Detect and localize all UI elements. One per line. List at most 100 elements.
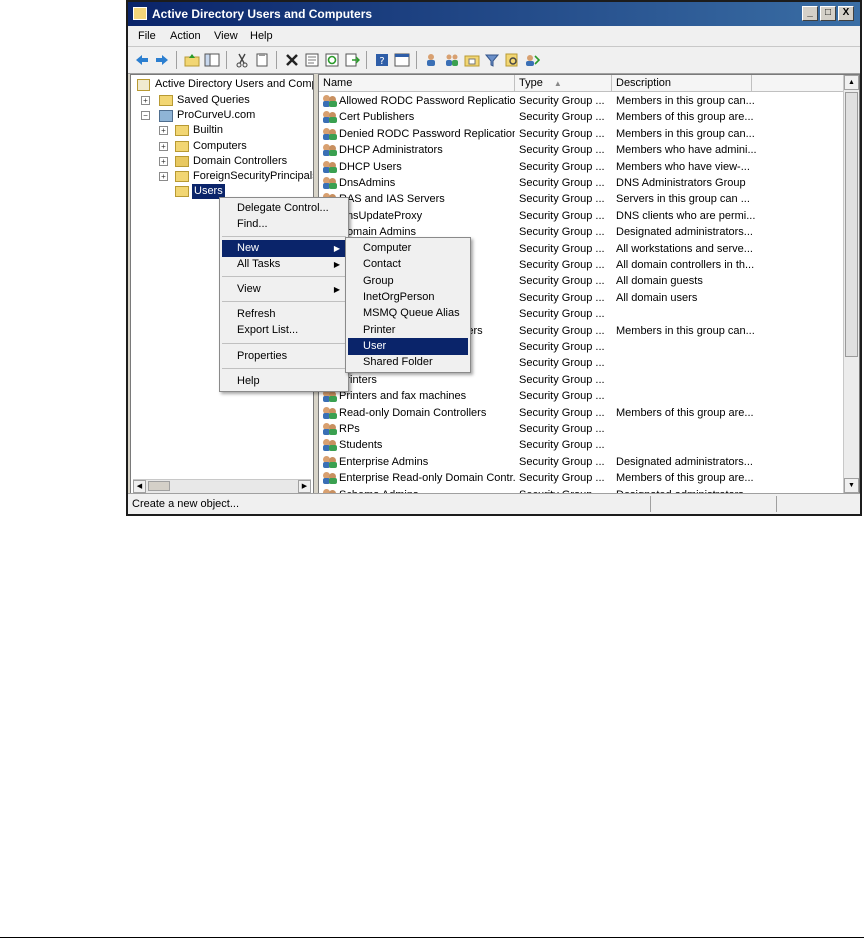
cell-type: Security Group ... xyxy=(519,193,605,206)
menu-item-all-tasks[interactable]: All Tasks ▶ xyxy=(222,256,346,273)
forward-icon[interactable] xyxy=(154,52,170,68)
cell-type: Security Group ... xyxy=(519,111,605,124)
title-bar[interactable]: Active Directory Users and Computers _ □… xyxy=(128,2,860,26)
cell-name: RPs xyxy=(339,423,360,435)
expand-icon[interactable]: + xyxy=(159,157,168,166)
submenu-item-user[interactable]: User xyxy=(348,338,468,355)
table-row[interactable]: RAS and IAS Servers Security Group ... Ser… xyxy=(319,191,843,207)
cut-icon[interactable] xyxy=(234,52,250,68)
export-icon[interactable] xyxy=(344,52,360,68)
tree-item-saved-queries[interactable]: + Saved Queries xyxy=(141,93,311,108)
scroll-thumb[interactable] xyxy=(845,92,858,357)
tree-item-domain[interactable]: − ProCurveU.com xyxy=(141,108,311,123)
submenu-item-printer[interactable]: Printer xyxy=(348,322,468,339)
group-icon xyxy=(323,127,337,140)
scroll-left-icon[interactable]: ◀ xyxy=(133,480,146,493)
table-row[interactable]: DnsAdmins Security Group ... DNS Administr… xyxy=(319,175,843,191)
properties-icon[interactable] xyxy=(304,52,320,68)
table-row[interactable]: DHCP Administrators Security Group ... Mem… xyxy=(319,142,843,158)
tree-item-label: Domain Controllers xyxy=(193,155,288,167)
close-button[interactable]: X xyxy=(838,6,854,21)
tree-horizontal-scrollbar[interactable]: ◀ ▶ xyxy=(133,479,311,493)
cell-description: Members in this group can... xyxy=(616,127,755,140)
delegate-icon[interactable] xyxy=(524,52,540,68)
scroll-thumb[interactable] xyxy=(148,481,170,491)
refresh-icon[interactable] xyxy=(324,52,340,68)
submenu-item-shared-folder[interactable]: Shared Folder xyxy=(348,354,468,371)
column-name[interactable]: Name xyxy=(319,75,515,92)
menu-view[interactable]: View xyxy=(214,30,238,42)
cell-name: DHCP Users xyxy=(339,160,402,173)
table-row[interactable]: Enterprise Read-only Domain Contr... Secu… xyxy=(319,470,843,486)
menu-item-refresh[interactable]: Refresh xyxy=(222,306,346,323)
maximize-button[interactable]: □ xyxy=(820,6,836,21)
table-row[interactable]: Read-only Domain Controllers Security Gro… xyxy=(319,405,843,421)
scroll-down-icon[interactable]: ▼ xyxy=(844,478,859,493)
cell-description: Members of this group are... xyxy=(616,406,754,419)
tree-item-builtin[interactable]: + Builtin xyxy=(159,123,309,138)
group-icon xyxy=(323,177,337,189)
back-icon[interactable] xyxy=(134,52,150,68)
table-row[interactable]: Students Security Group ... xyxy=(319,437,843,453)
cell-name: Allowed RODC Password Replicatio... xyxy=(339,95,515,107)
table-row[interactable]: Cert Publishers Security Group ... Members… xyxy=(319,109,843,125)
minimize-button[interactable]: _ xyxy=(802,6,818,21)
list-vertical-scrollbar[interactable]: ▲ ▼ xyxy=(843,75,859,493)
submenu-item-contact[interactable]: Contact xyxy=(348,256,468,273)
add-group-icon[interactable] xyxy=(444,52,460,68)
menu-item-new[interactable]: New ▶ xyxy=(222,240,346,257)
up-folder-icon[interactable] xyxy=(184,52,200,68)
tree-item-computers[interactable]: + Computers xyxy=(159,139,309,154)
submenu-item-inetorgperson[interactable]: InetOrgPerson xyxy=(348,289,468,306)
menu-item-view[interactable]: View ▶ xyxy=(222,281,346,298)
find-icon[interactable] xyxy=(504,52,520,68)
collapse-icon[interactable]: − xyxy=(141,111,150,120)
table-row[interactable]: DnsUpdateProxy Security Group ... DNS clie… xyxy=(319,208,843,224)
table-row[interactable]: Enterprise Admins Security Group ... Desig… xyxy=(319,454,843,470)
tree-item-domain-controllers[interactable]: + Domain Controllers xyxy=(159,154,309,169)
menu-item-export-list[interactable]: Export List... xyxy=(222,322,346,339)
show-tree-icon[interactable] xyxy=(204,52,220,68)
menu-item-find[interactable]: Find... xyxy=(222,216,346,233)
cell-type: Security Group ... xyxy=(519,209,605,222)
delete-icon[interactable] xyxy=(284,52,300,68)
menu-help[interactable]: Help xyxy=(250,30,273,42)
table-row[interactable]: RPs Security Group ... xyxy=(319,421,843,437)
expand-icon[interactable]: + xyxy=(159,126,168,135)
add-user-icon[interactable] xyxy=(424,52,440,68)
menu-action[interactable]: Action xyxy=(170,30,201,42)
column-description[interactable]: Description xyxy=(612,75,752,92)
folder-icon xyxy=(159,95,173,106)
submenu-item-group[interactable]: Group xyxy=(348,273,468,290)
folder-icon xyxy=(175,125,189,136)
cell-type: Security Group ... xyxy=(519,291,605,304)
table-row[interactable]: Printers and fax machines Security Group … xyxy=(319,388,843,404)
copy-icon[interactable] xyxy=(254,52,270,68)
table-row[interactable]: Denied RODC Password Replication... Secur… xyxy=(319,126,843,142)
table-row[interactable]: DHCP Users Security Group ... Members who … xyxy=(319,159,843,175)
menu-file[interactable]: File xyxy=(138,30,156,42)
menu-item-properties[interactable]: Properties xyxy=(222,348,346,365)
scroll-right-icon[interactable]: ▶ xyxy=(298,480,311,493)
expand-icon[interactable]: + xyxy=(159,172,168,181)
help-icon[interactable]: ? xyxy=(374,52,390,68)
add-ou-icon[interactable] xyxy=(464,52,480,68)
cell-type: Security Group ... xyxy=(519,259,605,271)
console-icon[interactable] xyxy=(394,52,410,68)
table-row[interactable]: Printers Security Group ... xyxy=(319,372,843,388)
scroll-up-icon[interactable]: ▲ xyxy=(844,75,859,90)
expand-icon[interactable]: + xyxy=(159,142,168,151)
menu-item-help[interactable]: Help xyxy=(222,373,346,390)
group-icon xyxy=(323,455,337,468)
tree-item-foreign-security-principals[interactable]: + ForeignSecurityPrincipals xyxy=(159,169,313,184)
table-row[interactable]: Allowed RODC Password Replicatio... Secur… xyxy=(319,93,843,109)
submenu-item-msmq-queue-alias[interactable]: MSMQ Queue Alias xyxy=(348,305,468,322)
tree-root-label: Active Directory Users and Compu xyxy=(155,78,314,90)
expand-icon[interactable]: + xyxy=(141,96,150,105)
filter-icon[interactable] xyxy=(484,52,500,68)
column-type[interactable]: Type ▲ xyxy=(515,75,612,92)
ou-folder-icon xyxy=(175,156,189,167)
cell-type: Security Group ... xyxy=(519,357,605,370)
menu-item-delegate-control[interactable]: Delegate Control... xyxy=(222,200,346,217)
submenu-item-computer[interactable]: Computer xyxy=(348,240,468,257)
